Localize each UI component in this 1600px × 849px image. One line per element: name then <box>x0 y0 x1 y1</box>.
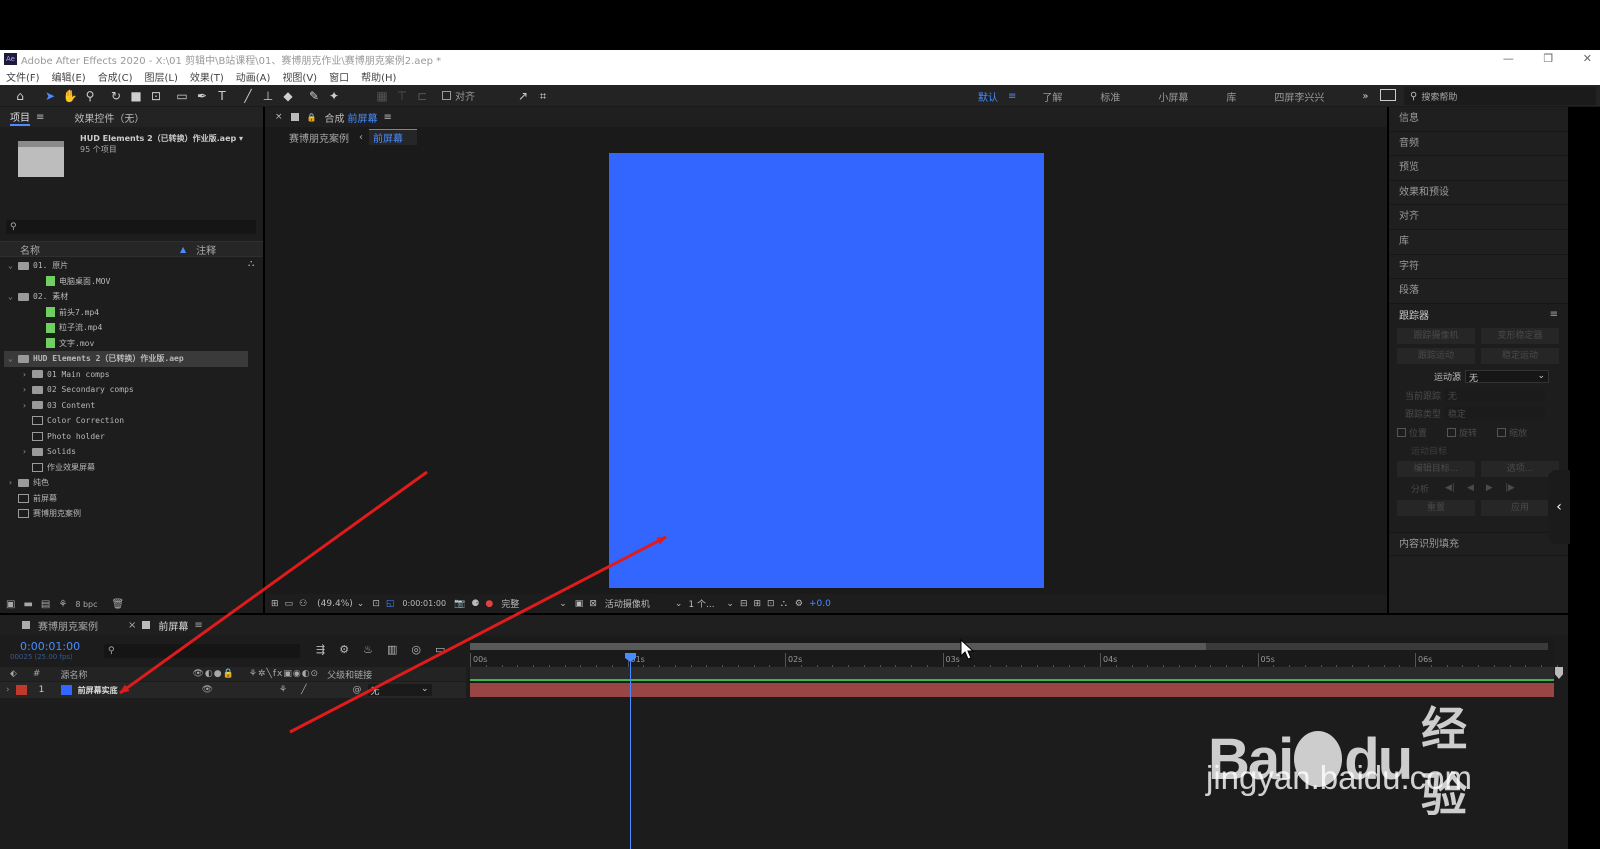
annotation-arrow-to-canvas <box>289 535 667 734</box>
watermark-url: jingyan.baidu.com <box>1206 759 1472 796</box>
watermark: Bai du 经验 jingyan.baidu.com <box>1200 665 1500 822</box>
annotation-arrow-to-layer <box>119 470 428 695</box>
mouse-cursor-icon <box>960 638 975 660</box>
